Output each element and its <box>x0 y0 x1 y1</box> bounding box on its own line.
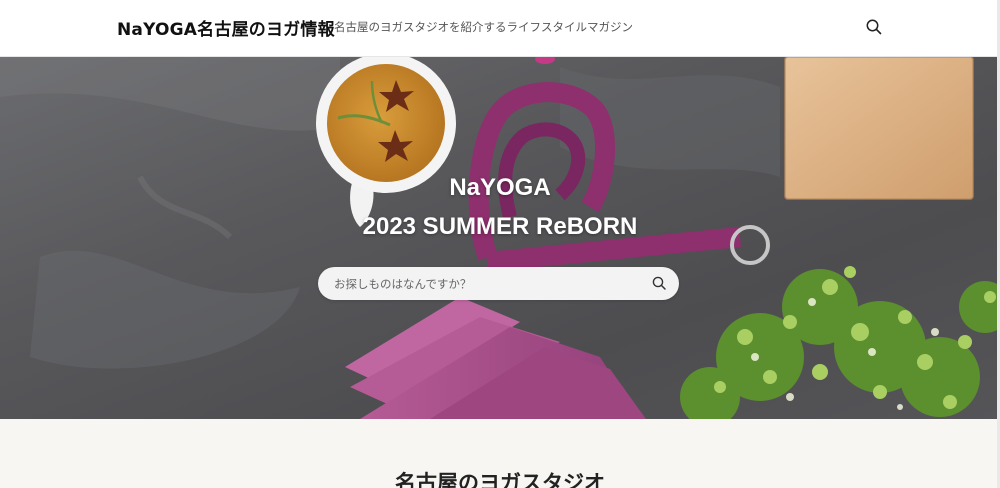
search-icon[interactable] <box>863 16 885 38</box>
studios-section: 名古屋のヨガスタジオ <box>0 419 1000 488</box>
hero-title-line2: 2023 SUMMER ReBORN <box>362 213 638 240</box>
hero-search-form <box>318 267 679 300</box>
section-heading: 名古屋のヨガスタジオ <box>395 471 605 488</box>
site-title-link[interactable]: NaYOGA名古屋のヨガ情報 <box>117 15 335 40</box>
site-tagline: 名古屋のヨガスタジオを紹介するライフスタイルマガジン <box>334 20 633 34</box>
search-input[interactable] <box>334 267 634 300</box>
hero-title-line1: NaYOGA <box>449 174 551 201</box>
site-header: NaYOGA名古屋のヨガ情報 名古屋のヨガスタジオを紹介するライフスタイルマガジ… <box>0 0 1000 57</box>
search-icon[interactable] <box>651 275 668 292</box>
hero-banner: NaYOGA 2023 SUMMER ReBORN <box>0 57 1000 419</box>
